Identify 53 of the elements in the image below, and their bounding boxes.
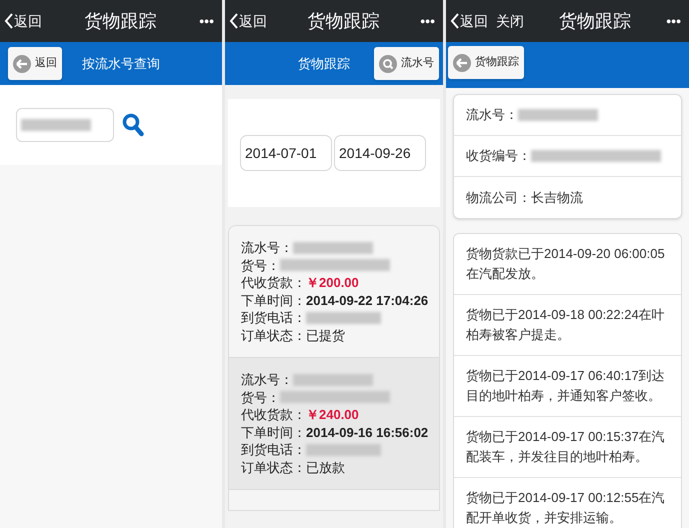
- field-label: 流水号：: [466, 106, 518, 124]
- field-label: 物流公司：: [466, 188, 531, 207]
- field-label: 到货电话：: [241, 309, 306, 326]
- field-label: 代收货款：: [241, 274, 306, 292]
- field-label: 下单时间：: [241, 292, 306, 309]
- field-label: 流水号：: [241, 239, 293, 256]
- field-label: 订单状态：: [241, 326, 306, 344]
- date-field[interactable]: 2014-07-01: [240, 135, 332, 171]
- amount-value: ￥240.00: [306, 406, 359, 424]
- field-value: 长吉物流: [531, 188, 583, 207]
- field-value: 已提货: [306, 326, 345, 344]
- chevron-left-icon: [4, 12, 14, 30]
- tracking-event: 货物已于2014-09-17 06:40:17到达目的地叶柏寿，并通知客户签收。: [466, 367, 666, 405]
- tracking-event: 货物已于2014-09-17 00:15:37在汽配装车，并发往目的地叶柏寿。: [466, 428, 666, 466]
- search-icon[interactable]: [122, 113, 144, 137]
- tracking-event: 货物已于2014-09-17 00:12:55在汽配开单收货，并安排运输。: [466, 489, 666, 527]
- search-icon: [379, 54, 397, 72]
- toolbar-title: 货物跟踪: [298, 54, 350, 73]
- page-title: 货物跟踪: [558, 10, 632, 32]
- field-label: 代收货款：: [241, 406, 306, 424]
- blurred-text: [21, 119, 91, 131]
- date-field[interactable]: 2014-09-26: [334, 135, 426, 171]
- close-button[interactable]: 关闭: [496, 10, 524, 32]
- more-button[interactable]: •••: [420, 10, 439, 32]
- field-value: 已放款: [306, 458, 345, 476]
- field-label: 货号：: [241, 388, 280, 406]
- order-item[interactable]: 流水号： 货号： 代收货款：￥200.00 下单时间：2014-09-22 17:04:26 到货电话： 订单状态：已提货: [229, 226, 439, 358]
- serial-number-field[interactable]: [16, 108, 114, 142]
- field-label: 收货编号：: [466, 147, 531, 166]
- page-title: 货物跟踪: [84, 10, 158, 32]
- tracking-event: 货物已于2014-09-18 00:22:24在叶柏寿被客户提走。: [466, 306, 666, 344]
- toolbar-button[interactable]: 流水号: [374, 47, 439, 80]
- field-label: 订单状态：: [241, 458, 306, 476]
- order-time: 2014-09-16 16:56:02: [306, 424, 428, 441]
- order-time: 2014-09-22 17:04:26: [306, 292, 428, 309]
- back-button[interactable]: 返回: [450, 10, 488, 32]
- back-button[interactable]: 返回: [229, 10, 267, 32]
- more-button[interactable]: •••: [666, 10, 685, 32]
- field-label: 下单时间：: [241, 424, 306, 441]
- more-button[interactable]: •••: [199, 10, 218, 32]
- tracking-event: 货物货款已于2014-09-20 06:00:05在汽配发放。: [466, 245, 666, 283]
- toolbar-title: 按流水号查询: [82, 54, 160, 73]
- back-button[interactable]: 返回: [4, 10, 42, 32]
- toolbar-button[interactable]: 返回: [8, 47, 62, 80]
- field-label: 货号：: [241, 256, 280, 274]
- order-item[interactable]: 流水号： 货号： 代收货款：￥240.00 下单时间：2014-09-16 16:56:02 到货电话： 订单状态：已放款: [229, 358, 439, 490]
- field-label: 流水号：: [241, 371, 293, 388]
- page-title: 货物跟踪: [306, 10, 381, 32]
- chevron-left-icon: [450, 12, 460, 30]
- toolbar-button[interactable]: 货物跟踪: [448, 46, 524, 79]
- field-label: 到货电话：: [241, 441, 306, 458]
- amount-value: ￥200.00: [306, 274, 359, 292]
- chevron-left-icon: [229, 12, 239, 30]
